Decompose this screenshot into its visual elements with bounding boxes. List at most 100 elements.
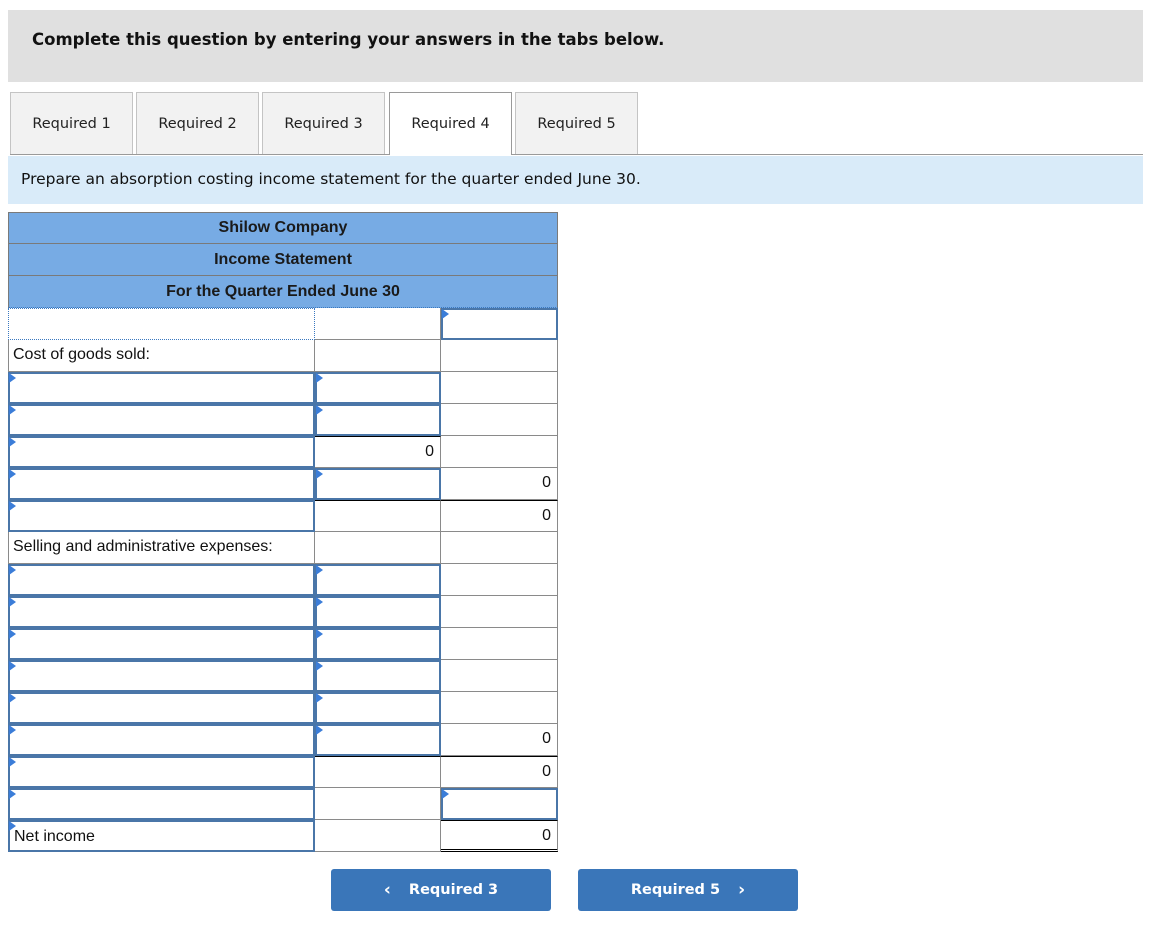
next-button-label: Required 5 — [630, 882, 721, 898]
table-row — [8, 372, 558, 404]
total-cell — [441, 564, 558, 596]
total-cell — [441, 692, 558, 724]
table-row: Net income 0 — [8, 820, 558, 852]
line-item-select[interactable] — [8, 788, 315, 820]
tab-required-3[interactable]: Required 3 — [262, 92, 385, 154]
dropdown-flag-icon — [442, 309, 449, 319]
amount-cell — [315, 500, 441, 532]
dropdown-flag-icon — [9, 437, 16, 447]
amount-input[interactable] — [315, 468, 441, 500]
dropdown-flag-icon — [9, 597, 16, 607]
table-row — [8, 788, 558, 820]
instructions-banner: Complete this question by entering your … — [8, 10, 1143, 82]
line-item-select[interactable] — [8, 436, 315, 468]
prev-required-button[interactable]: ‹ Required 3 — [331, 869, 551, 911]
total-cell: 0 — [441, 500, 558, 532]
amount-cell — [315, 340, 441, 372]
amount-input[interactable] — [315, 692, 441, 724]
amount-input[interactable] — [315, 724, 441, 756]
line-item-select[interactable] — [8, 692, 315, 724]
table-row: 0 — [8, 500, 558, 532]
amount-input[interactable] — [315, 596, 441, 628]
total-input[interactable] — [441, 788, 558, 820]
table-row: 0 — [8, 436, 558, 468]
amount-input[interactable] — [315, 404, 441, 436]
line-item-select[interactable] — [8, 500, 315, 532]
question-instruction: Prepare an absorption costing income sta… — [8, 156, 1143, 204]
line-item-select[interactable] — [8, 660, 315, 692]
amount-input[interactable] — [315, 660, 441, 692]
total-cell — [441, 532, 558, 564]
table-row — [8, 692, 558, 724]
chevron-left-icon: ‹ — [383, 880, 391, 900]
dropdown-flag-icon — [316, 629, 323, 639]
dropdown-flag-icon — [442, 789, 449, 799]
table-row — [8, 660, 558, 692]
dropdown-flag-icon — [9, 501, 16, 511]
amount-cell — [315, 532, 441, 564]
total-cell: 0 — [441, 724, 558, 756]
income-statement: Shilow Company Income Statement For the … — [8, 212, 558, 852]
tab-bar: Required 1 Required 2 Required 3 Require… — [10, 92, 1143, 155]
total-cell — [441, 340, 558, 372]
amount-cell — [315, 756, 441, 788]
table-row: 0 — [8, 468, 558, 500]
tab-required-2[interactable]: Required 2 — [136, 92, 259, 154]
table-row — [8, 628, 558, 660]
dropdown-flag-icon — [316, 661, 323, 671]
amount-input[interactable] — [315, 628, 441, 660]
amount-input[interactable] — [315, 372, 441, 404]
line-item-select[interactable] — [8, 756, 315, 788]
statement-title: Income Statement — [8, 244, 558, 276]
total-cell — [441, 596, 558, 628]
dropdown-flag-icon — [9, 469, 16, 479]
total-cell — [441, 372, 558, 404]
net-income-label[interactable]: Net income — [8, 820, 315, 852]
dropdown-flag-icon — [9, 757, 16, 767]
table-row: 0 — [8, 724, 558, 756]
total-cell — [441, 628, 558, 660]
dropdown-flag-icon — [316, 597, 323, 607]
total-cell — [441, 404, 558, 436]
prev-button-label: Required 3 — [408, 882, 499, 898]
line-item-select[interactable] — [8, 308, 315, 340]
line-item-select[interactable] — [8, 564, 315, 596]
dropdown-flag-icon — [316, 565, 323, 575]
tab-required-4[interactable]: Required 4 — [389, 92, 512, 155]
amount-cell — [315, 820, 441, 852]
total-cell: 0 — [441, 468, 558, 500]
line-item-select[interactable] — [8, 404, 315, 436]
next-required-button[interactable]: Required 5 › — [578, 869, 798, 911]
line-item-select[interactable] — [8, 724, 315, 756]
subtotal-cell: 0 — [315, 436, 441, 468]
dropdown-flag-icon — [316, 405, 323, 415]
amount-input[interactable] — [315, 564, 441, 596]
banner-text: Complete this question by entering your … — [32, 30, 665, 49]
net-income-total: 0 — [441, 820, 558, 852]
total-cell — [441, 436, 558, 468]
line-item-select[interactable] — [8, 468, 315, 500]
tab-required-5[interactable]: Required 5 — [515, 92, 638, 154]
instruction-text: Prepare an absorption costing income sta… — [21, 170, 641, 188]
dropdown-flag-icon — [316, 469, 323, 479]
statement-period: For the Quarter Ended June 30 — [8, 276, 558, 308]
section-label: Selling and administrative expenses: — [8, 532, 315, 564]
table-row — [8, 404, 558, 436]
total-input[interactable] — [441, 308, 558, 340]
dropdown-flag-icon — [9, 661, 16, 671]
table-row: 0 — [8, 756, 558, 788]
dropdown-flag-icon — [9, 693, 16, 703]
dropdown-flag-icon — [9, 405, 16, 415]
amount-cell — [315, 788, 441, 820]
tab-required-1[interactable]: Required 1 — [10, 92, 133, 154]
section-label: Cost of goods sold: — [8, 340, 315, 372]
table-row — [8, 564, 558, 596]
dropdown-flag-icon — [9, 789, 16, 799]
line-item-select[interactable] — [8, 628, 315, 660]
table-row — [8, 596, 558, 628]
table-row — [8, 308, 558, 340]
company-name: Shilow Company — [8, 212, 558, 244]
line-item-select[interactable] — [8, 372, 315, 404]
amount-cell — [315, 308, 441, 340]
line-item-select[interactable] — [8, 596, 315, 628]
